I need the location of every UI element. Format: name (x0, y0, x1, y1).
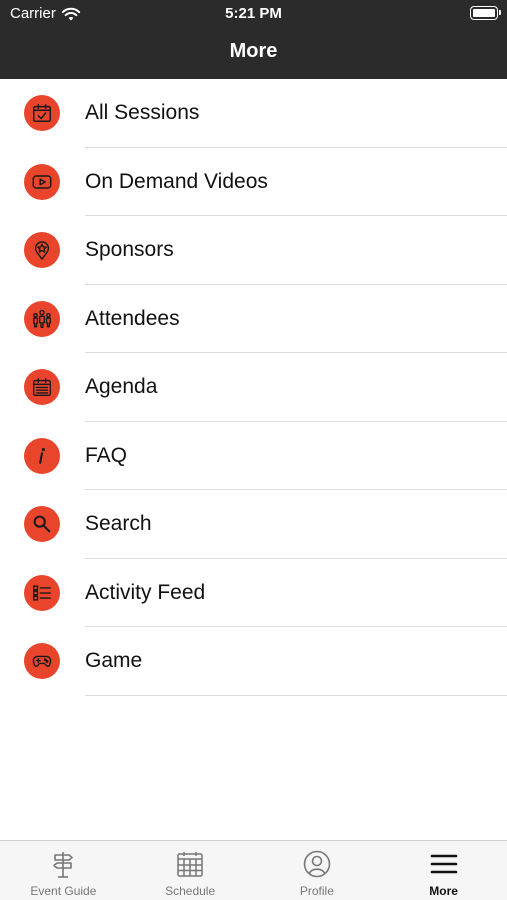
navigation-bar: Carrier 5:21 PM More (0, 0, 507, 79)
battery-icon (470, 6, 501, 20)
star-badge-icon (24, 232, 60, 268)
tab-bar: Event Guide Schedule Profile More (0, 840, 507, 900)
menu-item-on-demand-videos[interactable]: On Demand Videos (0, 148, 507, 216)
page-title: More (229, 40, 278, 62)
tab-label: Schedule (165, 884, 216, 898)
tab-label: Event Guide (30, 884, 97, 898)
menu-item-label: FAQ (85, 443, 128, 467)
more-menu-list: All Sessions On Demand Videos Sponsors A… (0, 79, 507, 696)
menu-icon (430, 854, 457, 874)
calendar-grid-icon (177, 852, 203, 877)
search-icon (24, 506, 60, 542)
tab-label: More (429, 884, 458, 898)
tab-schedule[interactable]: Schedule (127, 841, 254, 900)
status-time: 5:21 PM (225, 5, 282, 22)
tab-label: Profile (299, 884, 334, 898)
calendar-list-icon (24, 369, 60, 405)
menu-item-label: Attendees (85, 306, 180, 330)
menu-item-faq[interactable]: FAQ (0, 422, 507, 490)
menu-item-attendees[interactable]: Attendees (0, 285, 507, 353)
signpost-icon (53, 852, 74, 878)
calendar-check-icon (24, 95, 60, 131)
divider (85, 694, 507, 696)
list-icon (24, 574, 60, 611)
menu-item-label: Activity Feed (85, 580, 206, 604)
menu-item-label: Sponsors (85, 238, 174, 261)
info-icon (24, 437, 60, 474)
status-bar: Carrier 5:21 PM (0, 0, 507, 28)
menu-item-all-sessions[interactable]: All Sessions (0, 79, 507, 148)
people-icon (24, 300, 60, 337)
menu-item-label: Agenda (85, 375, 158, 398)
user-circle-icon (303, 850, 331, 878)
menu-item-game[interactable]: Game (0, 627, 507, 696)
menu-item-activity-feed[interactable]: Activity Feed (0, 559, 507, 627)
menu-item-label: All Sessions (85, 101, 200, 124)
tab-more[interactable]: More (380, 841, 507, 900)
tab-event-guide[interactable]: Event Guide (0, 841, 127, 900)
menu-item-sponsors[interactable]: Sponsors (0, 216, 507, 285)
menu-item-label: Game (85, 649, 143, 672)
menu-item-label: Search (85, 512, 152, 535)
tab-profile[interactable]: Profile (254, 841, 381, 900)
menu-item-agenda[interactable]: Agenda (0, 353, 507, 422)
gamepad-icon (24, 643, 60, 679)
menu-item-label: On Demand Videos (85, 169, 268, 193)
menu-item-search[interactable]: Search (0, 490, 507, 559)
video-play-icon (24, 163, 60, 200)
